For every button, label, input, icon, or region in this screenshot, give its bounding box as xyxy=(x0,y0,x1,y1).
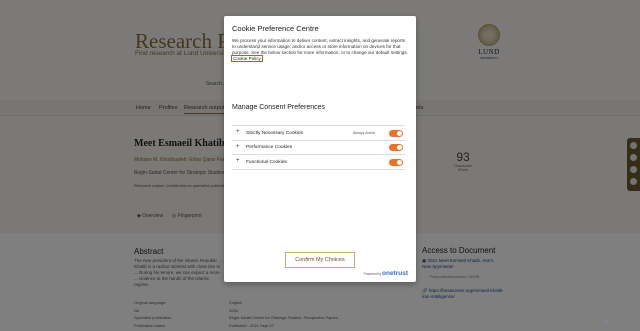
consent-heading: Manage Consent Preferences xyxy=(232,104,325,111)
category-label: Performance Cookies xyxy=(246,145,293,150)
dialog-title: Cookie Preference Centre xyxy=(232,24,319,33)
category-strictly-necessary[interactable]: + Strictly Necessary Cookies Always Acti… xyxy=(232,126,405,141)
cookie-preference-dialog: Cookie Preference Centre We process your… xyxy=(224,16,416,282)
onetrust-logo: onetrust xyxy=(382,270,408,277)
category-performance[interactable]: + Performance Cookies xyxy=(232,141,405,155)
always-active-label: Always Active xyxy=(352,131,375,135)
powered-by-text: Powered by xyxy=(363,272,381,276)
category-label: Strictly Necessary Cookies xyxy=(246,130,304,136)
dialog-description: We process your information to deliver c… xyxy=(231,38,408,63)
expand-icon[interactable]: + xyxy=(236,129,240,135)
category-functional[interactable]: + Functional Cookies xyxy=(232,155,405,170)
category-label: Functional Cookies xyxy=(246,159,287,165)
dialog-description-text: We process your information to deliver c… xyxy=(232,38,408,56)
performance-toggle[interactable] xyxy=(389,144,403,151)
cookie-policy-link[interactable]: Cookie Policy xyxy=(231,55,263,63)
strictly-necessary-toggle[interactable] xyxy=(389,129,403,137)
functional-toggle[interactable] xyxy=(389,158,403,166)
cookie-categories: + Strictly Necessary Cookies Always Acti… xyxy=(232,125,405,170)
expand-icon[interactable]: + xyxy=(236,144,240,150)
powered-by: Powered byonetrust xyxy=(364,270,408,277)
translate-icon[interactable]: ⇄ xyxy=(604,318,609,325)
expand-icon[interactable]: + xyxy=(236,158,240,164)
confirm-choices-button[interactable]: Confirm My Choices xyxy=(285,252,355,268)
